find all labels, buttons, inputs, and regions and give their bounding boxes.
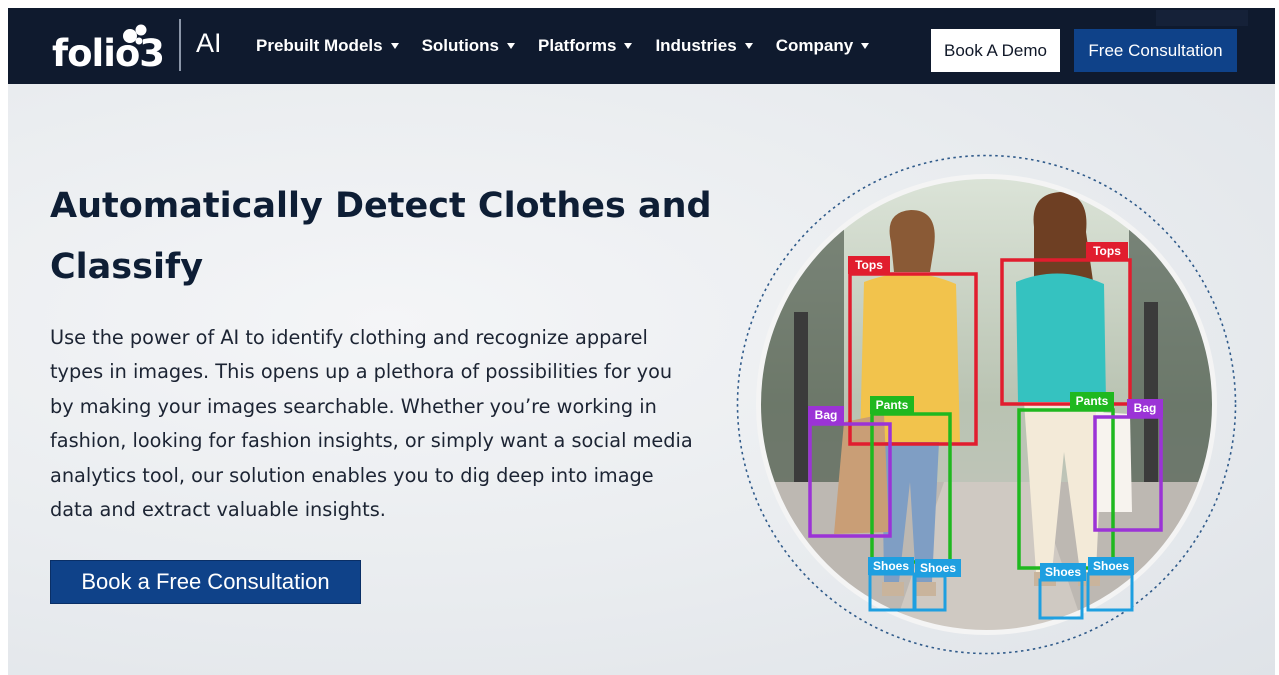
chevron-down-icon [861, 43, 870, 49]
label-shoes-2: Shoes [920, 561, 956, 575]
chevron-down-icon [390, 43, 399, 49]
menu-label: Solutions [421, 36, 500, 55]
book-free-consultation-button[interactable]: Book a Free Consultation [50, 560, 361, 604]
book-demo-button[interactable]: Book A Demo [931, 29, 1060, 72]
hero-description: Use the power of AI to identify clothing… [50, 326, 693, 522]
label-bag-left: Bag [815, 408, 838, 422]
menu-company[interactable]: Company [775, 36, 870, 56]
page-frame: folio3 AI Prebuilt Models Solutions Plat… [8, 8, 1275, 675]
label-shoes-3: Shoes [1045, 565, 1081, 579]
menu-label: Prebuilt Models [256, 36, 383, 55]
label-tops-right: Tops [1093, 244, 1121, 258]
hero-title: Automatically Detect Clothes and Classif… [50, 186, 712, 287]
logo-divider [179, 19, 181, 71]
label-pants-right: Pants [1076, 394, 1109, 408]
chevron-down-icon [507, 43, 516, 49]
free-consultation-button[interactable]: Free Consultation [1074, 29, 1237, 72]
chevron-down-icon [624, 43, 633, 49]
menu-prebuilt-models[interactable]: Prebuilt Models [256, 36, 399, 56]
label-shoes-1: Shoes [873, 559, 909, 573]
street-photo [758, 176, 1215, 633]
menu-label: Company [775, 36, 854, 55]
menu-label: Industries [655, 36, 737, 55]
menu-industries[interactable]: Industries [655, 36, 753, 56]
main-menu: Prebuilt Models Solutions Platforms Indu… [256, 8, 892, 84]
logo-text: folio3 [52, 32, 165, 75]
menu-label: Platforms [538, 36, 617, 55]
clothing-detection-illustration: Tops Tops Pants Pants Bag Bag Shoes Shoe… [736, 154, 1237, 655]
top-navbar: folio3 AI Prebuilt Models Solutions Plat… [8, 8, 1275, 84]
logo-ai-suffix: AI [196, 28, 222, 58]
folio3-logo[interactable]: folio3 [52, 22, 172, 76]
label-bag-right: Bag [1134, 401, 1157, 415]
label-shoes-4: Shoes [1093, 559, 1129, 573]
nav-decoration [1156, 10, 1248, 26]
menu-solutions[interactable]: Solutions [421, 36, 516, 56]
label-pants-left: Pants [876, 398, 909, 412]
label-tops-left: Tops [855, 258, 883, 272]
chevron-down-icon [744, 43, 753, 49]
menu-platforms[interactable]: Platforms [538, 36, 633, 56]
